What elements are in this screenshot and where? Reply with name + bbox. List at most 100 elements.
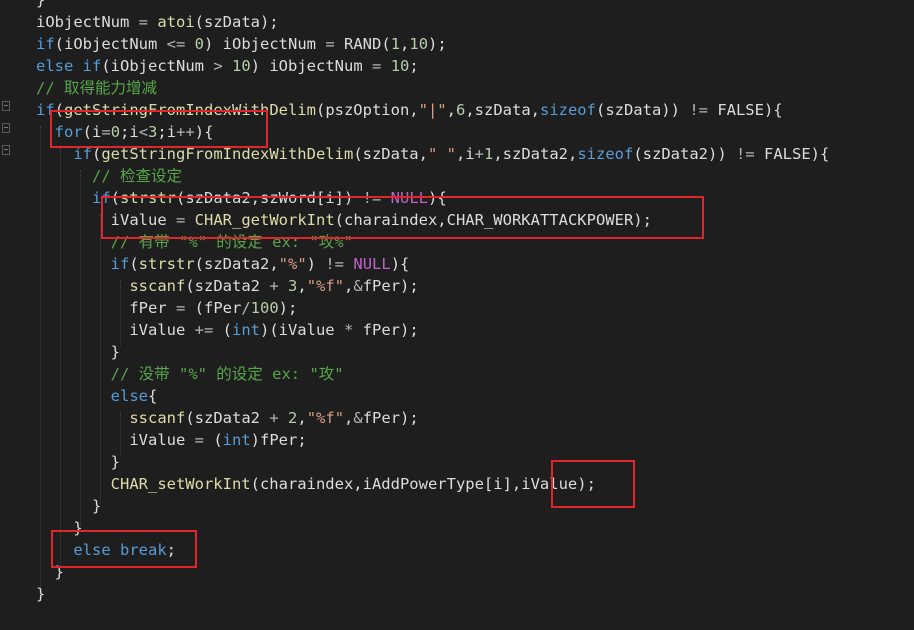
string-literal: " " — [427, 145, 456, 163]
code-text: ){ — [428, 189, 447, 207]
code-line[interactable]: for(i=0;i<3;i++){ — [36, 121, 214, 143]
code-line[interactable]: iValue = CHAR_getWorkInt(charaindex,CHAR… — [36, 209, 652, 231]
code-line[interactable]: } — [36, 495, 101, 517]
code-line[interactable]: sscanf(szData2 + 2,"%f",&fPer); — [36, 407, 419, 429]
code-line[interactable]: // 有带 "%" 的设定 ex: "攻%" — [36, 231, 353, 253]
code-text: (szData2)) — [633, 145, 736, 163]
code-line[interactable]: if(getStringFromIndexWithDelim(pszOption… — [36, 99, 783, 121]
function-name: getStringFromIndexWithDelim — [64, 101, 316, 119]
keyword: if — [82, 57, 102, 75]
number-literal: 1 — [483, 145, 494, 163]
number-literal: 3 — [288, 277, 298, 295]
code-text: )(iValue — [259, 321, 344, 339]
code-text: iObjectNum — [36, 13, 130, 31]
code-text: (charaindex,CHAR_WORKATTACKPOWER); — [334, 211, 652, 229]
function-name: strstr — [120, 189, 177, 207]
macro: NULL — [390, 189, 428, 207]
code-line[interactable]: if(strstr(szData2,szWord[i]) != NULL){ — [36, 187, 447, 209]
number-literal: 10 — [232, 57, 251, 75]
code-line[interactable]: } — [36, 517, 82, 539]
code-line[interactable]: else if(iObjectNum > 10) iObjectNum = 10… — [36, 55, 419, 77]
code-line[interactable]: // 取得能力增减 — [36, 77, 157, 99]
code-text: , — [344, 277, 354, 295]
code-text: iValue — [36, 321, 195, 339]
keyword: break — [120, 541, 167, 559]
code-text: , — [446, 101, 456, 119]
code-text: fPer — [36, 299, 176, 317]
comment: // 有带 "%" 的设定 ex: "攻%" — [110, 233, 353, 251]
operator: != — [735, 145, 755, 163]
code-text: ( — [203, 431, 223, 449]
code-line[interactable]: } — [36, 0, 45, 11]
code-text: ( — [54, 101, 65, 119]
code-line[interactable]: } — [36, 451, 120, 473]
code-line[interactable]: iObjectNum = atoi(szData); — [36, 11, 279, 33]
fold-marker-icon[interactable] — [2, 101, 10, 111]
operator: != — [325, 255, 345, 273]
code-line[interactable]: iValue += (int)(iValue * fPer); — [36, 319, 418, 341]
code-line[interactable]: sscanf(szData2 + 3,"%f",&fPer); — [36, 275, 419, 297]
keyword: else — [73, 541, 111, 559]
operator: + — [269, 409, 279, 427]
number-literal: 10 — [409, 35, 429, 53]
keyword: sizeof — [577, 145, 634, 163]
code-line[interactable]: if(iObjectNum <= 0) iObjectNum = RAND(1,… — [36, 33, 447, 55]
operator: & — [353, 409, 363, 427]
fold-marker-icon[interactable] — [2, 123, 10, 133]
code-line[interactable]: } — [36, 561, 64, 583]
code-line[interactable]: CHAR_setWorkInt(charaindex,iAddPowerType… — [36, 473, 596, 495]
number-literal: 6 — [455, 101, 466, 119]
code-line[interactable]: // 没带 "%" 的设定 ex: "攻" — [36, 363, 344, 385]
code-text: ( — [110, 189, 121, 207]
code-text: (szData2 — [185, 409, 270, 427]
code-text: fPer); — [362, 409, 419, 427]
code-text: RAND( — [334, 35, 391, 53]
function-name: sscanf — [129, 409, 186, 427]
code-text: ) iObjectNum — [250, 57, 373, 75]
keyword: for — [54, 123, 83, 141]
number-literal: 100 — [250, 299, 279, 317]
function-name: strstr — [138, 255, 195, 273]
code-text: (szData)) — [595, 101, 690, 119]
code-text: ;i — [157, 123, 177, 141]
code-text: fPer); — [362, 277, 419, 295]
code-line[interactable]: else break; — [36, 539, 176, 561]
code-line[interactable]: } — [36, 341, 120, 363]
operator: * — [343, 321, 354, 339]
code-line[interactable]: if(getStringFromIndexWithDelim(szData," … — [36, 143, 829, 165]
keyword: int — [222, 431, 251, 449]
code-line[interactable]: // 检查设定 — [36, 165, 182, 187]
code-line[interactable]: if(strstr(szData2,"%") != NULL){ — [36, 253, 410, 275]
code-line[interactable]: iValue = (int)fPer; — [36, 429, 306, 451]
code-text: iValue — [36, 211, 176, 229]
code-text: , — [400, 35, 410, 53]
code-line[interactable]: else{ — [36, 385, 158, 407]
function-name: getStringFromIndexWithDelim — [101, 145, 354, 163]
code-text: (iObjectNum — [54, 35, 167, 53]
code-editor[interactable]: } iObjectNum = atoi(szData); if(iObjectNum… — [0, 0, 914, 630]
operator: = — [325, 35, 335, 53]
code-text: } — [36, 453, 120, 471]
code-text: ;i — [120, 123, 139, 141]
code-line[interactable]: fPer = (fPer/100); — [36, 297, 297, 319]
code-text: } — [36, 563, 64, 581]
code-text: ) — [306, 255, 326, 273]
code-text: , — [297, 409, 307, 427]
code-line[interactable]: } — [36, 583, 45, 605]
comment: // 取得能力增减 — [36, 79, 157, 97]
fold-marker-icon[interactable] — [2, 145, 10, 155]
